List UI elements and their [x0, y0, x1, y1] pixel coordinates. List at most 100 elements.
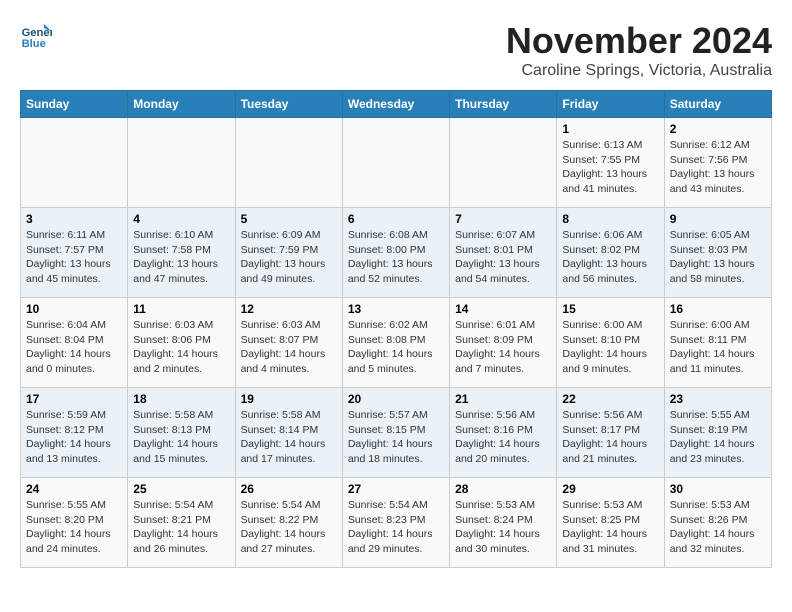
weekday-header-tuesday: Tuesday — [235, 91, 342, 118]
day-info: Sunrise: 5:55 AM Sunset: 8:19 PM Dayligh… — [670, 408, 766, 467]
day-cell: 15 Sunrise: 6:00 AM Sunset: 8:10 PM Dayli… — [557, 298, 664, 388]
day-number: 9 — [670, 212, 766, 226]
day-info: Sunrise: 6:01 AM Sunset: 8:09 PM Dayligh… — [455, 318, 551, 377]
day-cell — [21, 118, 128, 208]
day-cell: 18 Sunrise: 5:58 AM Sunset: 8:13 PM Dayli… — [128, 388, 235, 478]
day-number: 17 — [26, 392, 122, 406]
day-number: 27 — [348, 482, 444, 496]
day-cell: 29Sunrise: 5:53 AM Sunset: 8:25 PM Dayli… — [557, 478, 664, 568]
day-number: 3 — [26, 212, 122, 226]
logo-icon: General Blue — [20, 20, 52, 52]
day-info: Sunrise: 5:58 AM Sunset: 8:13 PM Dayligh… — [133, 408, 229, 467]
day-info: Sunrise: 6:03 AM Sunset: 8:07 PM Dayligh… — [241, 318, 337, 377]
day-number: 25 — [133, 482, 229, 496]
logo: General Blue — [20, 20, 52, 52]
svg-text:Blue: Blue — [22, 38, 46, 50]
day-number: 13 — [348, 302, 444, 316]
title-block: November 2024 Caroline Springs, Victoria… — [506, 20, 772, 80]
day-info: Sunrise: 5:53 AM Sunset: 8:26 PM Dayligh… — [670, 498, 766, 557]
day-cell: 6Sunrise: 6:08 AM Sunset: 8:00 PM Daylig… — [342, 208, 449, 298]
day-info: Sunrise: 6:11 AM Sunset: 7:57 PM Dayligh… — [26, 228, 122, 287]
day-cell — [450, 118, 557, 208]
day-cell: 27Sunrise: 5:54 AM Sunset: 8:23 PM Dayli… — [342, 478, 449, 568]
day-cell: 13 Sunrise: 6:02 AM Sunset: 8:08 PM Dayli… — [342, 298, 449, 388]
day-number: 6 — [348, 212, 444, 226]
day-cell: 21 Sunrise: 5:56 AM Sunset: 8:16 PM Dayli… — [450, 388, 557, 478]
day-number: 16 — [670, 302, 766, 316]
week-row-4: 17Sunrise: 5:59 AM Sunset: 8:12 PM Dayli… — [21, 388, 772, 478]
day-cell: 14 Sunrise: 6:01 AM Sunset: 8:09 PM Dayli… — [450, 298, 557, 388]
weekday-header-monday: Monday — [128, 91, 235, 118]
day-info: Sunrise: 6:09 AM Sunset: 7:59 PM Dayligh… — [241, 228, 337, 287]
week-row-1: 1Sunrise: 6:13 AM Sunset: 7:55 PM Daylig… — [21, 118, 772, 208]
day-info: Sunrise: 6:03 AM Sunset: 8:06 PM Dayligh… — [133, 318, 229, 377]
weekday-header-thursday: Thursday — [450, 91, 557, 118]
day-info: Sunrise: 6:02 AM Sunset: 8:08 PM Dayligh… — [348, 318, 444, 377]
day-cell: 26 Sunrise: 5:54 AM Sunset: 8:22 PM Dayli… — [235, 478, 342, 568]
day-cell: 8 Sunrise: 6:06 AM Sunset: 8:02 PM Daylig… — [557, 208, 664, 298]
day-number: 8 — [562, 212, 658, 226]
day-number: 30 — [670, 482, 766, 496]
day-info: Sunrise: 5:53 AM Sunset: 8:24 PM Dayligh… — [455, 498, 551, 557]
day-info: Sunrise: 6:07 AM Sunset: 8:01 PM Dayligh… — [455, 228, 551, 287]
day-info: Sunrise: 6:00 AM Sunset: 8:11 PM Dayligh… — [670, 318, 766, 377]
day-number: 23 — [670, 392, 766, 406]
day-number: 28 — [455, 482, 551, 496]
day-cell: 24 Sunrise: 5:55 AM Sunset: 8:20 PM Dayli… — [21, 478, 128, 568]
day-number: 24 — [26, 482, 122, 496]
day-number: 5 — [241, 212, 337, 226]
weekday-header-friday: Friday — [557, 91, 664, 118]
day-info: Sunrise: 6:12 AM Sunset: 7:56 PM Dayligh… — [670, 138, 766, 197]
day-info: Sunrise: 6:05 AM Sunset: 8:03 PM Dayligh… — [670, 228, 766, 287]
day-info: Sunrise: 5:56 AM Sunset: 8:16 PM Dayligh… — [455, 408, 551, 467]
day-number: 15 — [562, 302, 658, 316]
day-number: 2 — [670, 122, 766, 136]
day-cell: 20Sunrise: 5:57 AM Sunset: 8:15 PM Dayli… — [342, 388, 449, 478]
day-cell: 4 Sunrise: 6:10 AM Sunset: 7:58 PM Daylig… — [128, 208, 235, 298]
day-info: Sunrise: 5:58 AM Sunset: 8:14 PM Dayligh… — [241, 408, 337, 467]
day-cell: 7 Sunrise: 6:07 AM Sunset: 8:01 PM Daylig… — [450, 208, 557, 298]
day-info: Sunrise: 6:10 AM Sunset: 7:58 PM Dayligh… — [133, 228, 229, 287]
day-number: 12 — [241, 302, 337, 316]
week-row-2: 3 Sunrise: 6:11 AM Sunset: 7:57 PM Daylig… — [21, 208, 772, 298]
day-cell: 11Sunrise: 6:03 AM Sunset: 8:06 PM Dayli… — [128, 298, 235, 388]
week-row-3: 10Sunrise: 6:04 AM Sunset: 8:04 PM Dayli… — [21, 298, 772, 388]
day-number: 14 — [455, 302, 551, 316]
day-cell: 17Sunrise: 5:59 AM Sunset: 8:12 PM Dayli… — [21, 388, 128, 478]
page-header: General Blue November 2024 Caroline Spri… — [20, 20, 772, 80]
day-cell: 5 Sunrise: 6:09 AM Sunset: 7:59 PM Daylig… — [235, 208, 342, 298]
day-info: Sunrise: 5:55 AM Sunset: 8:20 PM Dayligh… — [26, 498, 122, 557]
day-number: 26 — [241, 482, 337, 496]
weekday-header-sunday: Sunday — [21, 91, 128, 118]
day-number: 4 — [133, 212, 229, 226]
day-info: Sunrise: 5:57 AM Sunset: 8:15 PM Dayligh… — [348, 408, 444, 467]
day-number: 18 — [133, 392, 229, 406]
day-number: 22 — [562, 392, 658, 406]
day-cell — [235, 118, 342, 208]
calendar-title: November 2024 — [506, 20, 772, 62]
day-cell: 1Sunrise: 6:13 AM Sunset: 7:55 PM Daylig… — [557, 118, 664, 208]
day-cell: 10Sunrise: 6:04 AM Sunset: 8:04 PM Dayli… — [21, 298, 128, 388]
day-number: 19 — [241, 392, 337, 406]
day-number: 21 — [455, 392, 551, 406]
day-info: Sunrise: 5:53 AM Sunset: 8:25 PM Dayligh… — [562, 498, 658, 557]
day-cell: 25 Sunrise: 5:54 AM Sunset: 8:21 PM Dayli… — [128, 478, 235, 568]
day-cell: 30 Sunrise: 5:53 AM Sunset: 8:26 PM Dayli… — [664, 478, 771, 568]
week-row-5: 24 Sunrise: 5:55 AM Sunset: 8:20 PM Dayli… — [21, 478, 772, 568]
calendar-subtitle: Caroline Springs, Victoria, Australia — [506, 62, 772, 80]
day-number: 7 — [455, 212, 551, 226]
calendar-table: SundayMondayTuesdayWednesdayThursdayFrid… — [20, 90, 772, 568]
day-cell: 9 Sunrise: 6:05 AM Sunset: 8:03 PM Daylig… — [664, 208, 771, 298]
day-info: Sunrise: 6:06 AM Sunset: 8:02 PM Dayligh… — [562, 228, 658, 287]
day-info: Sunrise: 5:54 AM Sunset: 8:21 PM Dayligh… — [133, 498, 229, 557]
weekday-header-saturday: Saturday — [664, 91, 771, 118]
day-info: Sunrise: 5:56 AM Sunset: 8:17 PM Dayligh… — [562, 408, 658, 467]
day-cell: 3 Sunrise: 6:11 AM Sunset: 7:57 PM Daylig… — [21, 208, 128, 298]
day-info: Sunrise: 5:54 AM Sunset: 8:22 PM Dayligh… — [241, 498, 337, 557]
day-info: Sunrise: 6:00 AM Sunset: 8:10 PM Dayligh… — [562, 318, 658, 377]
day-number: 10 — [26, 302, 122, 316]
day-cell: 28 Sunrise: 5:53 AM Sunset: 8:24 PM Dayli… — [450, 478, 557, 568]
day-cell: 23 Sunrise: 5:55 AM Sunset: 8:19 PM Dayli… — [664, 388, 771, 478]
weekday-header-wednesday: Wednesday — [342, 91, 449, 118]
day-cell: 19 Sunrise: 5:58 AM Sunset: 8:14 PM Dayli… — [235, 388, 342, 478]
